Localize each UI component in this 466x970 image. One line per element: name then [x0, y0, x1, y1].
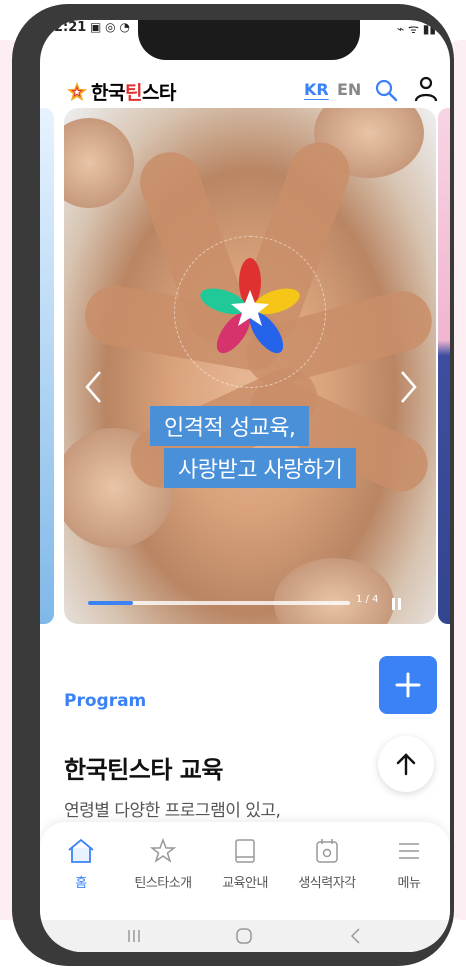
user-icon[interactable]	[414, 76, 438, 102]
carousel-prev-slide-peek[interactable]	[40, 108, 54, 624]
logo-text-star: 스타	[141, 82, 176, 104]
logo-text: 한국틴스타	[91, 78, 176, 105]
nav-item-education[interactable]: 교육안내	[204, 836, 286, 891]
menu-icon	[399, 843, 419, 859]
star-icon	[149, 837, 177, 863]
camera-notch	[138, 20, 360, 60]
nav-item-label: 교육안내	[222, 876, 268, 891]
nav-item-label: 생식력자각	[298, 876, 356, 891]
calendar-icon	[316, 839, 338, 863]
nav-item-intro[interactable]: 틴스타소개	[122, 836, 204, 891]
back-icon[interactable]	[346, 926, 366, 946]
logo-text-han: 한국	[91, 82, 125, 104]
nav-item-label: 틴스타소개	[134, 876, 192, 891]
search-icon[interactable]	[374, 78, 398, 102]
chevron-right-icon[interactable]	[398, 370, 418, 404]
section-title: 한국틴스타 교육	[64, 756, 223, 784]
carousel-counter: 1 / 4	[356, 594, 379, 605]
more-button[interactable]	[379, 656, 437, 714]
status-notification-icons: ▣ ◎ ◔	[90, 20, 130, 34]
hero-carousel[interactable]: 인격적 성교육, 사랑받고 사랑하기 1 / 4	[64, 108, 436, 624]
nav-item-label: 메뉴	[397, 876, 421, 891]
screen: 2:21 ▣ ◎ ◔ ⌁ ᯤ ▮▮ 한국틴스타 KR EN 인격적 성교육, 사…	[40, 20, 450, 952]
section-label: Program	[64, 691, 147, 711]
nav-item-menu[interactable]: 메뉴	[368, 836, 450, 891]
home-icon	[68, 838, 94, 863]
phone-frame: 2:21 ▣ ◎ ◔ ⌁ ᯤ ▮▮ 한국틴스타 KR EN 인격적 성교육, 사…	[12, 4, 454, 966]
book-icon	[235, 839, 255, 863]
lang-en-link[interactable]: EN	[337, 80, 361, 99]
carousel-progress-bar	[88, 601, 350, 605]
nav-item-label: 홈	[75, 876, 87, 891]
photo-person	[274, 558, 394, 624]
teenstar-emblem-icon	[200, 258, 300, 354]
section-description: 연령별 다양한 프로그램이 있고,	[64, 801, 281, 821]
bottom-nav: 홈 틴스타소개 교육안내 생식력자각 메뉴	[40, 822, 450, 920]
carousel-next-slide-peek[interactable]	[438, 108, 450, 624]
lang-kr-link[interactable]: KR	[304, 80, 329, 99]
chevron-left-icon[interactable]	[84, 370, 104, 404]
logo-star-icon	[66, 81, 88, 101]
nav-item-fertility[interactable]: 생식력자각	[286, 836, 368, 891]
logo-text-tin: 틴	[124, 82, 142, 104]
recent-apps-icon[interactable]	[124, 926, 144, 946]
arrow-up-icon	[396, 753, 416, 776]
pause-icon[interactable]	[392, 595, 404, 610]
status-system-icons: ⌁ ᯤ ▮▮	[396, 22, 436, 36]
photo-person	[64, 118, 134, 208]
home-button-icon[interactable]	[234, 926, 254, 946]
carousel-progress-fill	[88, 601, 133, 605]
nav-item-home[interactable]: 홈	[40, 836, 122, 891]
hero-headline-line2: 사랑받고 사랑하기	[164, 448, 357, 488]
system-navigation-bar	[40, 920, 450, 952]
status-time: 2:21	[54, 20, 87, 35]
hero-headline-line1: 인격적 성교육,	[150, 406, 310, 446]
scroll-top-button[interactable]	[378, 736, 434, 792]
logo[interactable]: 한국틴스타	[66, 78, 176, 105]
plus-icon	[395, 672, 421, 698]
